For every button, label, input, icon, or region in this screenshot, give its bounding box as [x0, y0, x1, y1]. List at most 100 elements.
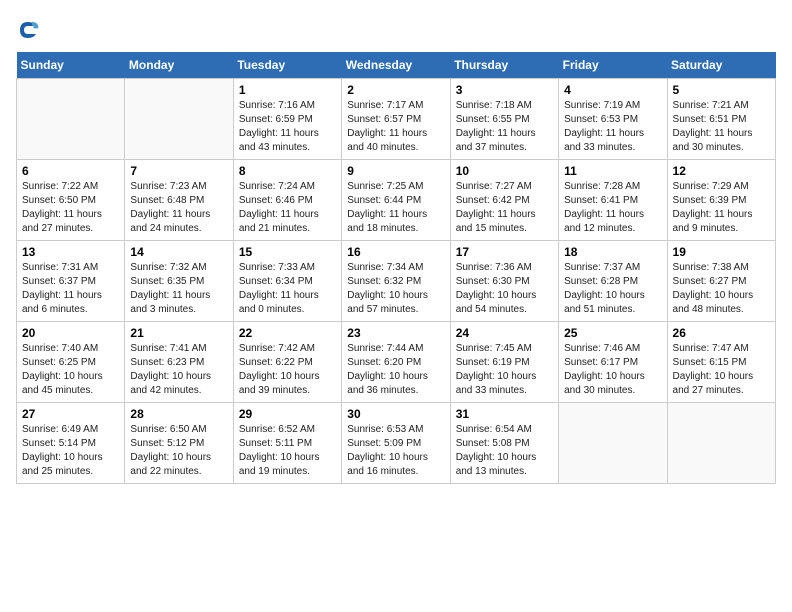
day-number: 10	[456, 164, 553, 178]
day-number: 31	[456, 407, 553, 421]
day-detail: Sunrise: 7:37 AM Sunset: 6:28 PM Dayligh…	[564, 261, 661, 317]
day-cell: 14 Sunrise: 7:32 AM Sunset: 6:35 PM Dayli…	[125, 241, 233, 322]
day-cell: 12 Sunrise: 7:29 AM Sunset: 6:39 PM Dayli…	[667, 160, 775, 241]
header-monday: Monday	[125, 52, 233, 79]
day-number: 16	[347, 245, 444, 259]
day-cell: 31 Sunrise: 6:54 AM Sunset: 5:08 PM Dayli…	[450, 403, 558, 484]
day-cell: 8Sunrise: 7:24 AM Sunset: 6:46 PM Daylig…	[233, 160, 341, 241]
day-number: 9	[347, 164, 444, 178]
day-detail: Sunrise: 7:16 AM Sunset: 6:59 PM Dayligh…	[239, 99, 336, 155]
day-cell: 26 Sunrise: 7:47 AM Sunset: 6:15 PM Dayli…	[667, 322, 775, 403]
day-detail: Sunrise: 7:21 AM Sunset: 6:51 PM Dayligh…	[673, 99, 770, 155]
day-cell: 19Sunrise: 7:38 AM Sunset: 6:27 PM Dayli…	[667, 241, 775, 322]
day-cell: 15 Sunrise: 7:33 AM Sunset: 6:34 PM Dayli…	[233, 241, 341, 322]
day-cell: 22 Sunrise: 7:42 AM Sunset: 6:22 PM Dayli…	[233, 322, 341, 403]
day-cell: 3Sunrise: 7:18 AM Sunset: 6:55 PM Daylig…	[450, 79, 558, 160]
day-number: 22	[239, 326, 336, 340]
day-number: 5	[673, 83, 770, 97]
header-tuesday: Tuesday	[233, 52, 341, 79]
day-cell: 18 Sunrise: 7:37 AM Sunset: 6:28 PM Dayli…	[559, 241, 667, 322]
day-cell: 10 Sunrise: 7:27 AM Sunset: 6:42 PM Dayli…	[450, 160, 558, 241]
day-detail: Sunrise: 7:47 AM Sunset: 6:15 PM Dayligh…	[673, 342, 770, 398]
logo-icon	[16, 18, 40, 42]
header-wednesday: Wednesday	[342, 52, 450, 79]
day-cell: 7 Sunrise: 7:23 AM Sunset: 6:48 PM Daylig…	[125, 160, 233, 241]
day-number: 11	[564, 164, 661, 178]
day-detail: Sunrise: 7:44 AM Sunset: 6:20 PM Dayligh…	[347, 342, 444, 398]
day-cell: 17Sunrise: 7:36 AM Sunset: 6:30 PM Dayli…	[450, 241, 558, 322]
day-cell	[125, 79, 233, 160]
day-cell: 9Sunrise: 7:25 AM Sunset: 6:44 PM Daylig…	[342, 160, 450, 241]
day-cell: 28 Sunrise: 6:50 AM Sunset: 5:12 PM Dayli…	[125, 403, 233, 484]
day-detail: Sunrise: 7:31 AM Sunset: 6:37 PM Dayligh…	[22, 261, 119, 317]
day-detail: Sunrise: 6:53 AM Sunset: 5:09 PM Dayligh…	[347, 423, 444, 479]
day-detail: Sunrise: 6:50 AM Sunset: 5:12 PM Dayligh…	[130, 423, 227, 479]
day-number: 14	[130, 245, 227, 259]
week-row-1: 1 Sunrise: 7:16 AM Sunset: 6:59 PM Daylig…	[17, 79, 776, 160]
day-cell: 5 Sunrise: 7:21 AM Sunset: 6:51 PM Daylig…	[667, 79, 775, 160]
day-number: 7	[130, 164, 227, 178]
logo	[16, 16, 44, 42]
day-detail: Sunrise: 6:54 AM Sunset: 5:08 PM Dayligh…	[456, 423, 553, 479]
day-detail: Sunrise: 7:28 AM Sunset: 6:41 PM Dayligh…	[564, 180, 661, 236]
day-number: 17	[456, 245, 553, 259]
day-detail: Sunrise: 6:52 AM Sunset: 5:11 PM Dayligh…	[239, 423, 336, 479]
day-cell: 21Sunrise: 7:41 AM Sunset: 6:23 PM Dayli…	[125, 322, 233, 403]
week-row-2: 6 Sunrise: 7:22 AM Sunset: 6:50 PM Daylig…	[17, 160, 776, 241]
calendar-table: SundayMondayTuesdayWednesdayThursdayFrid…	[16, 52, 776, 484]
day-detail: Sunrise: 7:45 AM Sunset: 6:19 PM Dayligh…	[456, 342, 553, 398]
day-detail: Sunrise: 7:24 AM Sunset: 6:46 PM Dayligh…	[239, 180, 336, 236]
day-number: 18	[564, 245, 661, 259]
day-cell: 30 Sunrise: 6:53 AM Sunset: 5:09 PM Dayli…	[342, 403, 450, 484]
day-detail: Sunrise: 7:33 AM Sunset: 6:34 PM Dayligh…	[239, 261, 336, 317]
day-cell: 16 Sunrise: 7:34 AM Sunset: 6:32 PM Dayli…	[342, 241, 450, 322]
day-detail: Sunrise: 7:17 AM Sunset: 6:57 PM Dayligh…	[347, 99, 444, 155]
day-number: 27	[22, 407, 119, 421]
day-detail: Sunrise: 7:41 AM Sunset: 6:23 PM Dayligh…	[130, 342, 227, 398]
day-cell: 29 Sunrise: 6:52 AM Sunset: 5:11 PM Dayli…	[233, 403, 341, 484]
week-row-3: 13 Sunrise: 7:31 AM Sunset: 6:37 PM Dayli…	[17, 241, 776, 322]
day-detail: Sunrise: 6:49 AM Sunset: 5:14 PM Dayligh…	[22, 423, 119, 479]
day-detail: Sunrise: 7:19 AM Sunset: 6:53 PM Dayligh…	[564, 99, 661, 155]
day-number: 28	[130, 407, 227, 421]
day-cell: 25 Sunrise: 7:46 AM Sunset: 6:17 PM Dayli…	[559, 322, 667, 403]
header-thursday: Thursday	[450, 52, 558, 79]
day-detail: Sunrise: 7:34 AM Sunset: 6:32 PM Dayligh…	[347, 261, 444, 317]
day-cell: 20Sunrise: 7:40 AM Sunset: 6:25 PM Dayli…	[17, 322, 125, 403]
day-detail: Sunrise: 7:29 AM Sunset: 6:39 PM Dayligh…	[673, 180, 770, 236]
header-sunday: Sunday	[17, 52, 125, 79]
day-number: 2	[347, 83, 444, 97]
day-detail: Sunrise: 7:38 AM Sunset: 6:27 PM Dayligh…	[673, 261, 770, 317]
week-row-4: 20Sunrise: 7:40 AM Sunset: 6:25 PM Dayli…	[17, 322, 776, 403]
day-cell	[559, 403, 667, 484]
day-number: 25	[564, 326, 661, 340]
day-cell: 27 Sunrise: 6:49 AM Sunset: 5:14 PM Dayli…	[17, 403, 125, 484]
header-friday: Friday	[559, 52, 667, 79]
day-detail: Sunrise: 7:27 AM Sunset: 6:42 PM Dayligh…	[456, 180, 553, 236]
day-number: 30	[347, 407, 444, 421]
day-detail: Sunrise: 7:32 AM Sunset: 6:35 PM Dayligh…	[130, 261, 227, 317]
calendar-header-row: SundayMondayTuesdayWednesdayThursdayFrid…	[17, 52, 776, 79]
day-number: 13	[22, 245, 119, 259]
day-number: 6	[22, 164, 119, 178]
day-number: 24	[456, 326, 553, 340]
day-number: 29	[239, 407, 336, 421]
day-cell	[667, 403, 775, 484]
day-number: 12	[673, 164, 770, 178]
day-cell: 11 Sunrise: 7:28 AM Sunset: 6:41 PM Dayli…	[559, 160, 667, 241]
day-detail: Sunrise: 7:22 AM Sunset: 6:50 PM Dayligh…	[22, 180, 119, 236]
day-cell: 6 Sunrise: 7:22 AM Sunset: 6:50 PM Daylig…	[17, 160, 125, 241]
day-cell: 1 Sunrise: 7:16 AM Sunset: 6:59 PM Daylig…	[233, 79, 341, 160]
day-detail: Sunrise: 7:42 AM Sunset: 6:22 PM Dayligh…	[239, 342, 336, 398]
day-number: 1	[239, 83, 336, 97]
day-number: 4	[564, 83, 661, 97]
day-number: 26	[673, 326, 770, 340]
page-header	[16, 16, 776, 42]
day-number: 15	[239, 245, 336, 259]
day-number: 3	[456, 83, 553, 97]
day-detail: Sunrise: 7:46 AM Sunset: 6:17 PM Dayligh…	[564, 342, 661, 398]
day-cell: 24 Sunrise: 7:45 AM Sunset: 6:19 PM Dayli…	[450, 322, 558, 403]
day-detail: Sunrise: 7:23 AM Sunset: 6:48 PM Dayligh…	[130, 180, 227, 236]
day-cell: 13 Sunrise: 7:31 AM Sunset: 6:37 PM Dayli…	[17, 241, 125, 322]
day-cell: 23Sunrise: 7:44 AM Sunset: 6:20 PM Dayli…	[342, 322, 450, 403]
